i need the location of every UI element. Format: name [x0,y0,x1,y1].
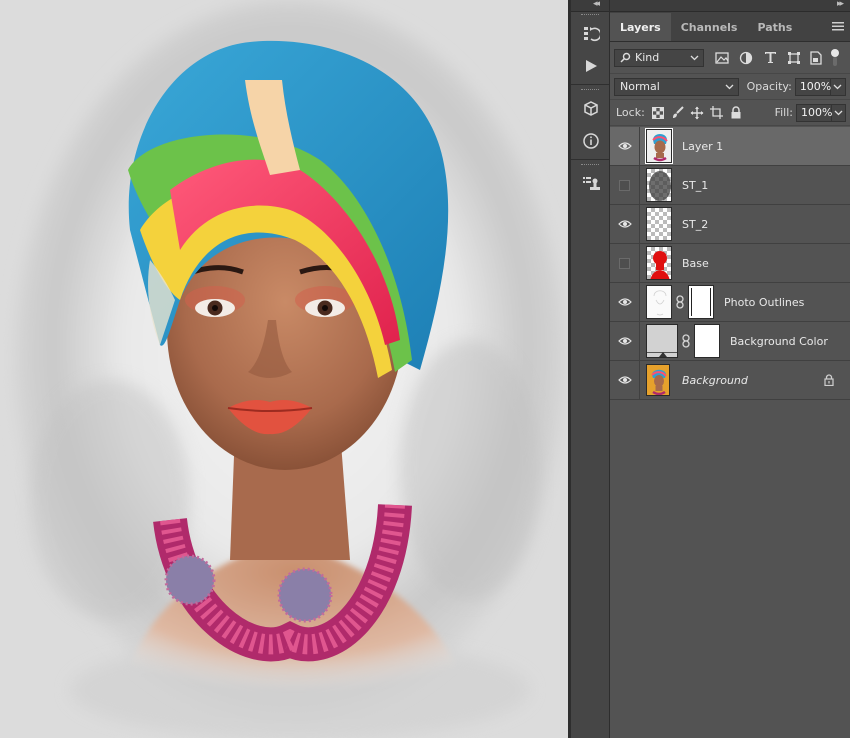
filter-smart-object-icon[interactable] [806,48,826,68]
layer-row-background[interactable]: Background [610,360,850,400]
history-icon[interactable] [571,18,610,50]
eye-icon [617,337,632,345]
blend-row: Normal Opacity: 100% [610,74,850,100]
tab-paths[interactable]: Paths [747,13,802,41]
lock-artboard-icon[interactable] [708,103,725,123]
fill-layer-thumbnail [646,324,678,358]
visibility-toggle[interactable] [610,204,640,244]
layer-row-photo-outlines[interactable]: Photo Outlines [610,282,850,322]
eye-icon [617,298,632,306]
filter-pixel-icon[interactable] [712,48,732,68]
opacity-dropdown-button[interactable] [830,77,846,96]
visibility-toggle[interactable] [610,282,640,322]
3d-cube-icon[interactable] [571,93,610,125]
eye-icon [617,376,632,384]
link-chain-icon[interactable] [682,334,690,348]
layer-row-base[interactable]: Base [610,243,850,283]
chevron-down-icon [833,84,842,90]
fill-dropdown-button[interactable] [832,103,847,122]
layer-row-st-2[interactable]: ST_2 [610,204,850,244]
info-icon[interactable] [571,125,610,157]
filter-adjustment-icon[interactable] [736,48,756,68]
chevron-down-icon [834,110,843,116]
layer-thumbnail [646,207,672,241]
layers-panel: ▸▸ Layers Channels Paths Kind Normal Opa… [610,0,850,738]
layer-thumbnail [646,168,672,202]
blend-mode-value: Normal [620,80,660,93]
layer-name: Background Color [730,334,828,348]
visibility-toggle[interactable] [610,165,640,205]
visibility-toggle[interactable] [610,243,640,283]
expand-arrows-icon[interactable]: ▸▸ [837,0,844,9]
portrait-artwork [0,0,568,738]
layer-thumbnail [645,128,673,164]
chevron-down-icon [725,81,734,94]
lock-image-pixels-brush-icon[interactable] [669,103,686,123]
fill-input[interactable]: 100% [796,103,832,122]
layer-row-st-1[interactable]: ST_1 [610,165,850,205]
tab-channels[interactable]: Channels [671,13,748,41]
layer-name: Background [682,373,748,387]
filter-type-icon[interactable] [760,48,780,68]
layer-filter-row: Kind [610,42,850,74]
layer-name: ST_2 [682,217,709,231]
filter-kind-label: Kind [635,51,660,64]
filter-kind-select[interactable]: Kind [614,48,704,67]
layer-mask-thumbnail[interactable] [694,324,720,358]
filter-toggle-switch[interactable] [830,48,840,68]
layer-row-layer-1[interactable]: Layer 1 [610,126,850,166]
collapse-arrows-icon[interactable]: ◂◂ [593,0,600,9]
search-icon [620,52,631,63]
eye-icon [617,142,632,150]
visibility-toggle[interactable] [610,321,640,361]
layer-thumbnail [646,285,672,319]
clone-source-icon[interactable] [571,168,610,200]
visibility-toggle[interactable] [610,360,640,400]
layer-name: Photo Outlines [724,295,805,309]
lock-all-icon[interactable] [727,103,744,123]
layer-name: ST_1 [682,178,709,192]
chevron-down-icon [690,52,699,65]
opacity-input[interactable]: 100% [794,77,831,96]
layer-mask-thumbnail[interactable] [688,285,714,319]
lock-label: Lock: [616,106,645,119]
panel-menu-icon[interactable] [832,21,844,34]
layer-thumbnail [646,246,672,280]
fill-label: Fill: [774,106,793,119]
link-chain-icon[interactable] [676,295,684,309]
lock-transparent-pixels-icon[interactable] [650,103,667,123]
filter-shape-icon[interactable] [784,48,804,68]
layer-name: Base [682,256,709,270]
tab-layers[interactable]: Layers [610,13,671,41]
eye-icon [617,220,632,228]
document-canvas[interactable] [0,0,568,738]
opacity-label: Opacity: [746,80,792,93]
layers-list: Layer 1 ST_1 ST_2 Base Photo Outlines Ba… [610,126,850,400]
lock-position-move-icon[interactable] [689,103,706,123]
layer-thumbnail [646,364,670,396]
panel-dock-strip: ◂◂ [571,0,610,738]
collapse-bar[interactable]: ◂◂ [571,0,609,12]
lock-row: Lock: Fill: 100% [610,100,850,126]
lock-icon[interactable] [824,374,834,386]
blend-mode-select[interactable]: Normal [614,77,739,96]
actions-play-icon[interactable] [571,50,610,82]
visibility-toggle[interactable] [610,126,640,166]
layer-name: Layer 1 [682,139,724,153]
panel-collapse-bar[interactable]: ▸▸ [610,0,850,12]
layer-row-background-color[interactable]: Background Color [610,321,850,361]
panel-tabs: Layers Channels Paths [610,12,850,42]
